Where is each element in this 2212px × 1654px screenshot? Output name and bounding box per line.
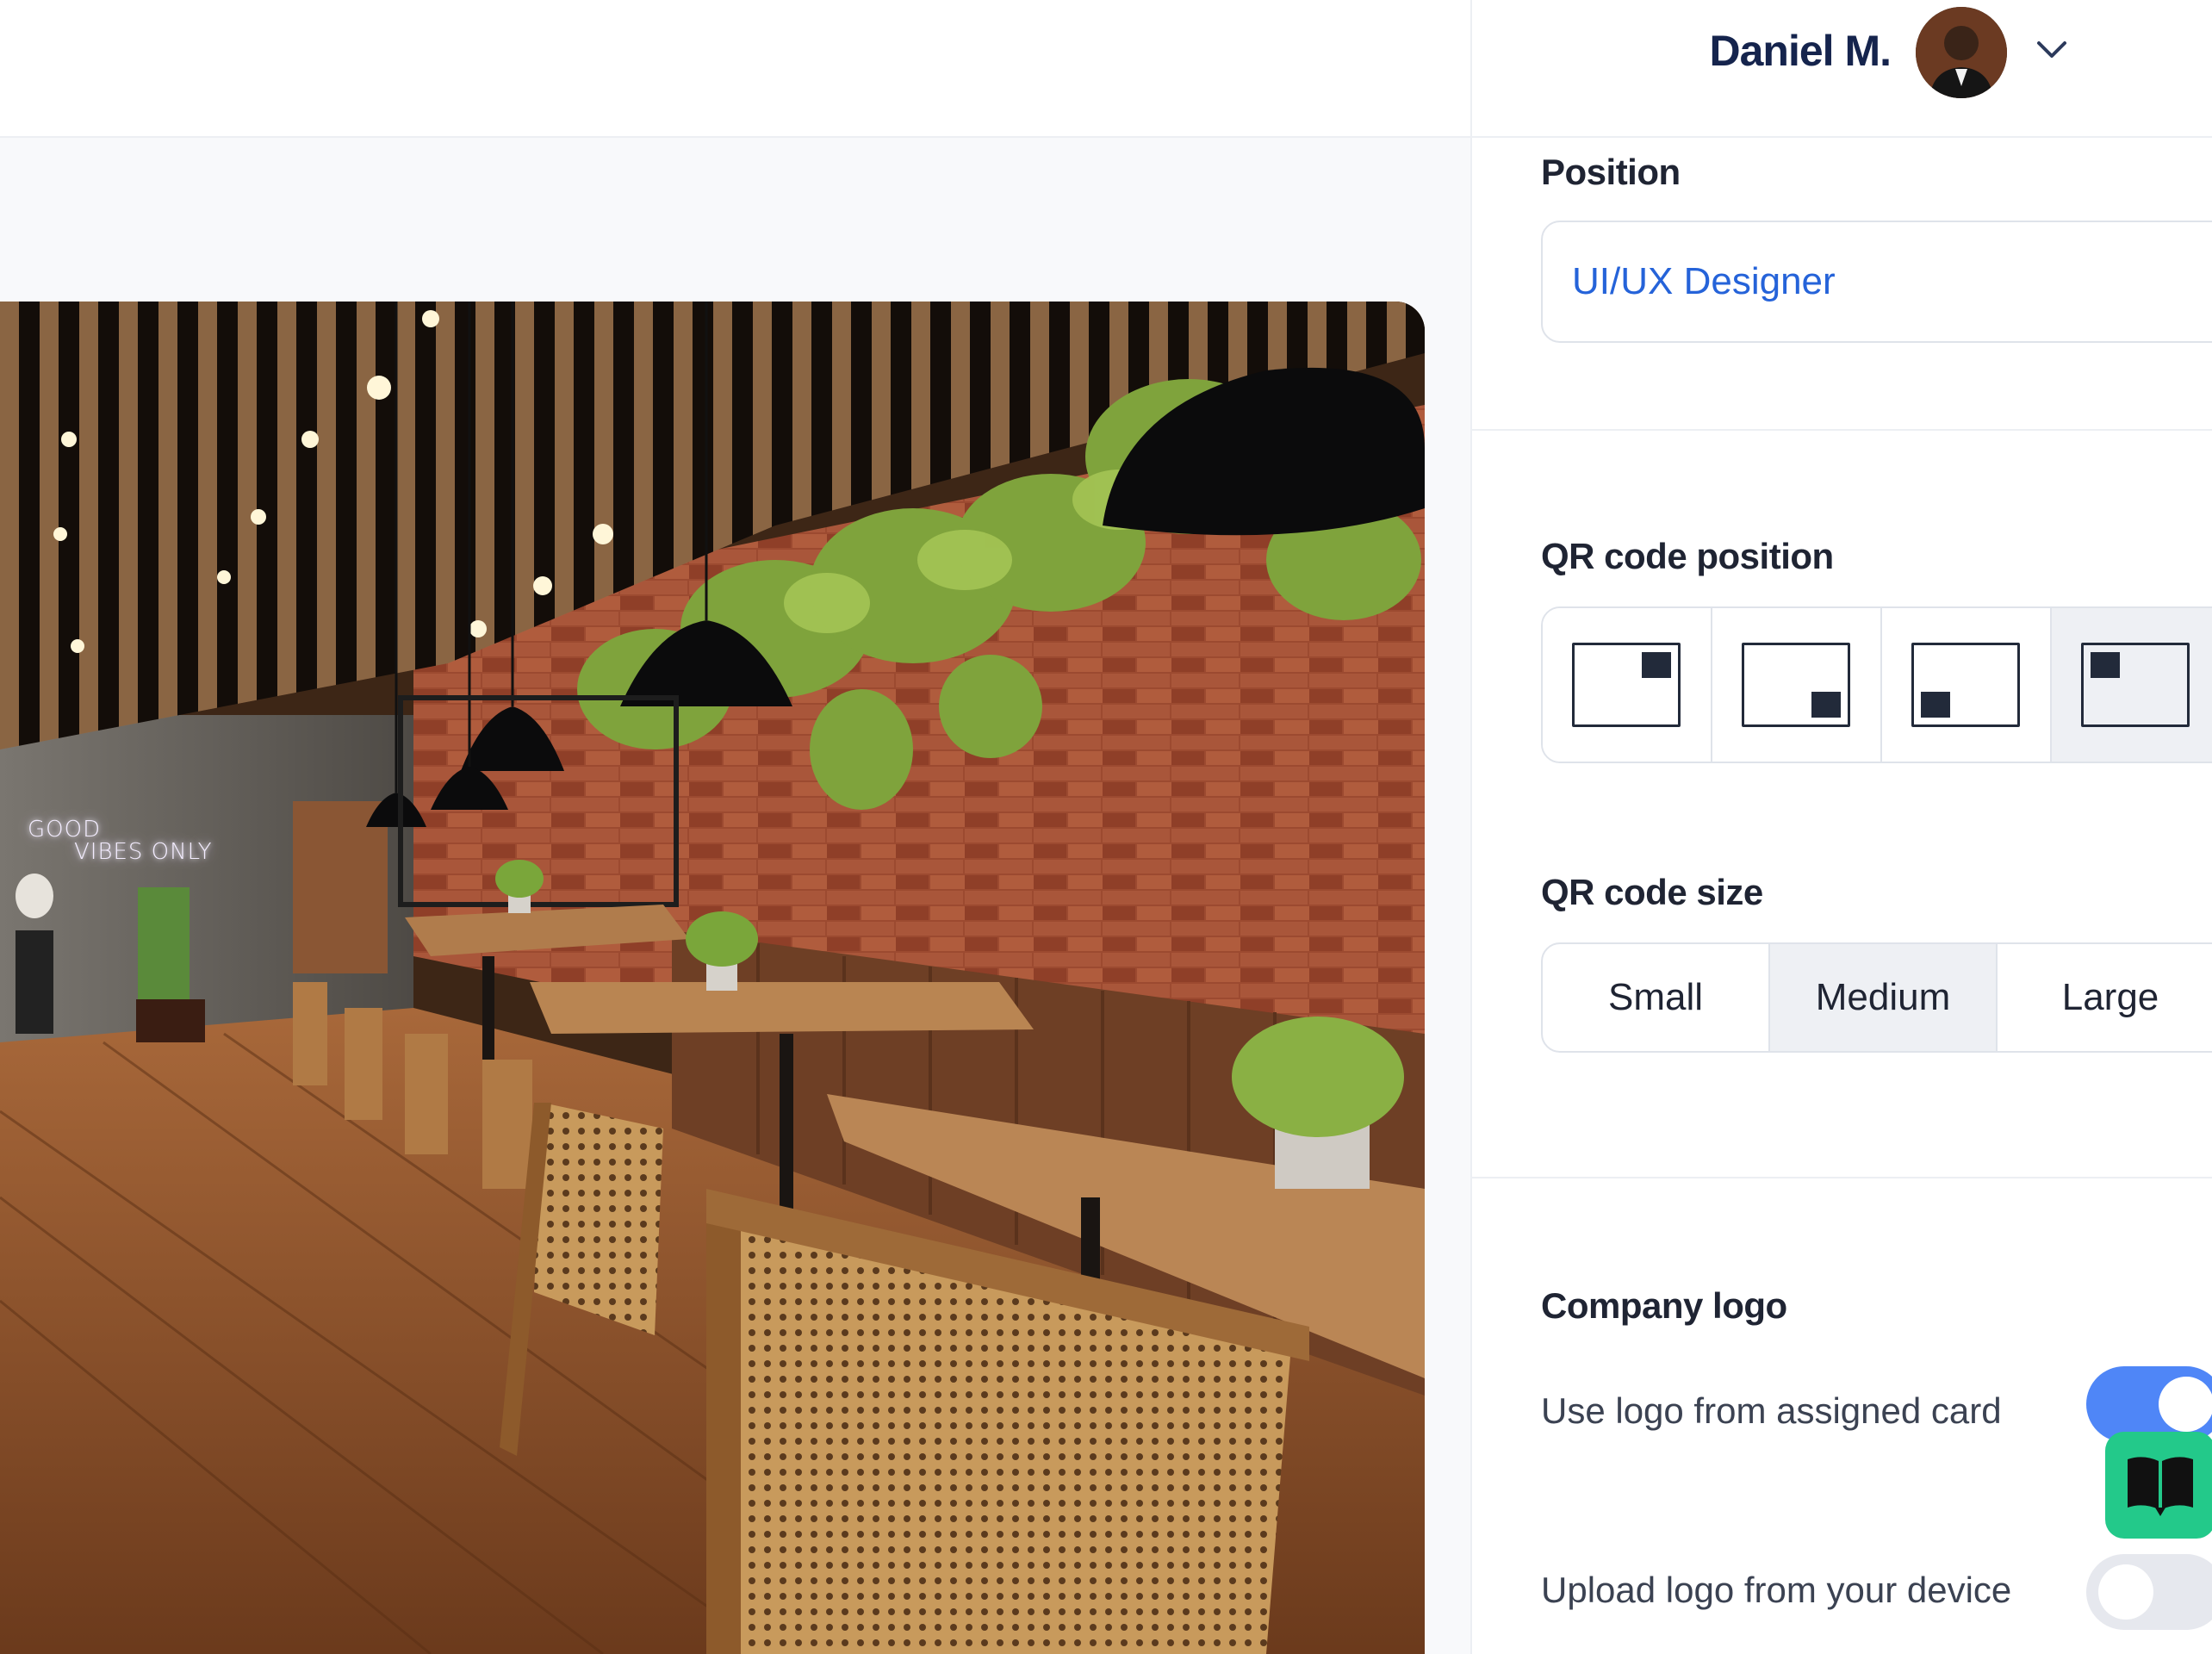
qr-position-bottom-left[interactable] <box>1882 608 2052 762</box>
top-bar <box>0 0 1470 138</box>
qr-position-top-left-icon <box>2081 643 2190 727</box>
user-header: Daniel M. <box>1472 0 2212 138</box>
card-background-photo[interactable]: GOOD VIBES ONLY <box>0 302 1425 1654</box>
position-value[interactable]: UI/UX Designer <box>1572 260 1836 303</box>
use-assigned-logo-label: Use logo from assigned card <box>1541 1390 2002 1431</box>
user-avatar-icon <box>1916 7 2007 98</box>
user-name[interactable]: Daniel M. <box>1710 26 1892 76</box>
section-divider <box>1472 1177 2212 1178</box>
upload-logo-label: Upload logo from your device <box>1541 1570 2012 1610</box>
qr-size-medium-button[interactable]: Medium <box>1770 944 1998 1051</box>
qr-position-bottom-right-icon <box>1742 643 1850 727</box>
open-book-icon <box>2128 1457 2193 1516</box>
qr-size-selector: Small Medium Large <box>1541 942 2212 1053</box>
qr-position-top-right-icon <box>1572 643 1681 727</box>
main-canvas: GOOD VIBES ONLY <box>0 0 1470 1654</box>
settings-panel: Daniel M. Position UI/UX Designer QR cod… <box>1470 0 2212 1654</box>
qr-size-label: QR code size <box>1541 872 1763 912</box>
qr-position-top-right[interactable] <box>1543 608 1712 762</box>
qr-size-large-button[interactable]: Large <box>1998 944 2212 1051</box>
cafe-interior-image <box>0 302 1425 1654</box>
position-label: Position <box>1541 152 1681 192</box>
qr-position-bottom-left-icon <box>1911 643 2020 727</box>
company-logo-preview <box>2105 1432 2212 1539</box>
qr-position-selector <box>1541 606 2212 763</box>
qr-position-top-left[interactable] <box>2052 608 2212 762</box>
section-divider <box>1472 429 2212 431</box>
use-assigned-logo-toggle[interactable] <box>2086 1366 2212 1442</box>
chevron-down-icon[interactable] <box>2032 34 2072 65</box>
qr-size-small-button[interactable]: Small <box>1543 944 1770 1051</box>
qr-position-bottom-right[interactable] <box>1712 608 1882 762</box>
neon-sign-line2: VIBES ONLY <box>74 839 213 865</box>
upload-logo-toggle[interactable] <box>2086 1554 2212 1630</box>
company-logo-label: Company logo <box>1541 1285 1787 1326</box>
qr-position-label: QR code position <box>1541 536 1834 576</box>
position-input[interactable]: UI/UX Designer <box>1541 221 2212 343</box>
avatar[interactable] <box>1916 7 2007 98</box>
